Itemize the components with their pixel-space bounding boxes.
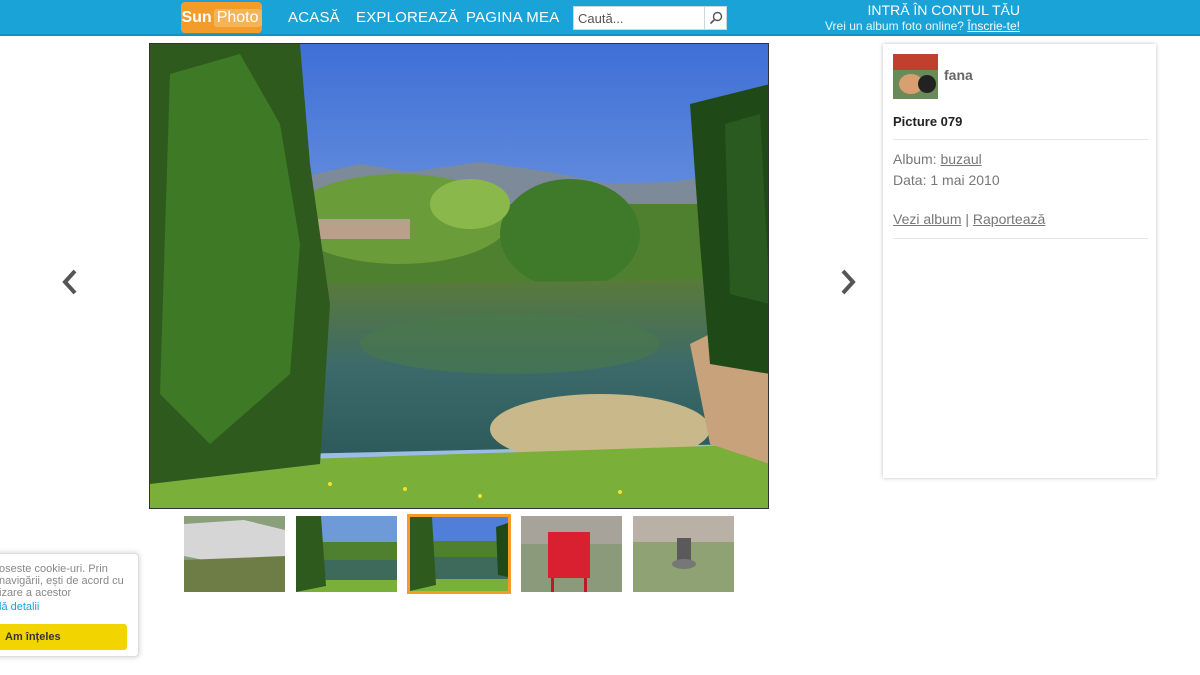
cookie-message: oseste cookie-uri. Prin navigării, ești … <box>0 563 124 599</box>
photo-actions: Vezi album | Raportează <box>893 211 1045 227</box>
divider <box>893 238 1148 239</box>
divider <box>893 139 1148 140</box>
thumbnail-5[interactable] <box>633 516 734 592</box>
cookie-banner: oseste cookie-uri. Prin navigării, ești … <box>0 553 139 657</box>
logo-sun-text: Sun <box>181 8 212 26</box>
avatar[interactable] <box>893 54 938 99</box>
login-area: INTRĂ ÎN CONTUL TĂU Vrei un album foto o… <box>825 2 1020 34</box>
signup-question: Vrei un album foto online? <box>824 19 964 33</box>
date-label: Data: <box>893 172 927 188</box>
sunphoto-logo[interactable]: Sun Photo <box>181 2 262 33</box>
chevron-right-icon <box>841 269 856 295</box>
cookie-details-link[interactable]: lă detalii <box>0 601 39 613</box>
report-link[interactable]: Raportează <box>973 211 1045 227</box>
nav-pagina-mea[interactable]: PAGINA MEA <box>466 9 559 26</box>
chevron-left-icon <box>62 269 77 295</box>
photo-title: Picture 079 <box>893 114 963 129</box>
main-photo <box>149 43 769 509</box>
logo-photo-text: Photo <box>213 8 262 27</box>
view-album-link[interactable]: Vezi album <box>893 211 961 227</box>
photo-info-panel: fana Picture 079 Album: buzaul Data: 1 m… <box>883 44 1156 478</box>
signup-link[interactable]: Înscrie-te! <box>967 19 1020 33</box>
search-icon <box>709 11 722 25</box>
thumbnail-3-active[interactable] <box>407 514 511 594</box>
thumbnail-2[interactable] <box>296 516 397 592</box>
username-link[interactable]: fana <box>944 67 973 83</box>
next-photo-button[interactable] <box>836 268 860 296</box>
date-info: Data: 1 mai 2010 <box>893 172 1000 188</box>
date-value: 1 mai 2010 <box>930 172 1000 188</box>
album-label: Album: <box>893 151 937 167</box>
album-link[interactable]: buzaul <box>940 151 981 167</box>
login-link[interactable]: INTRĂ ÎN CONTUL TĂU <box>825 2 1020 18</box>
cookie-accept-button[interactable]: Am înțeles <box>0 624 127 650</box>
signup-prompt: Vrei un album foto online? Înscrie-te! <box>825 18 1020 34</box>
thumbnail-4[interactable] <box>521 516 622 592</box>
links-separator: | <box>965 211 970 227</box>
nav-exploreaza[interactable]: EXPLOREAZĂ <box>356 9 458 26</box>
thumbnail-1[interactable] <box>184 516 285 592</box>
search-button[interactable] <box>704 7 726 29</box>
search-input[interactable] <box>574 7 705 29</box>
album-info: Album: buzaul <box>893 151 982 167</box>
search-box <box>573 6 727 30</box>
nav-acasa[interactable]: ACASĂ <box>288 9 340 26</box>
top-bar: Sun Photo ACASĂ EXPLOREAZĂ PAGINA MEA IN… <box>0 0 1200 36</box>
previous-photo-button[interactable] <box>58 268 82 296</box>
